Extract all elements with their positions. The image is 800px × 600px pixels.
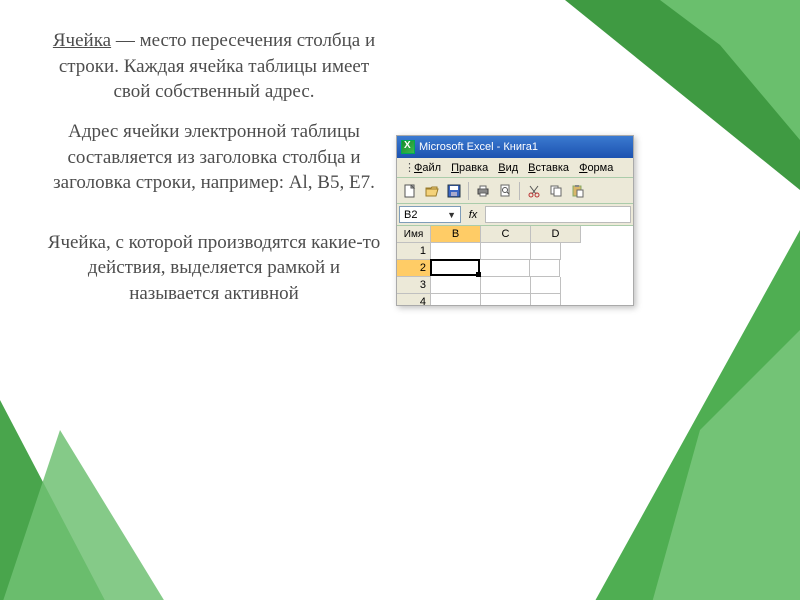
excel-app-icon	[401, 140, 415, 154]
fx-icon[interactable]: fx	[464, 206, 482, 223]
paste-icon[interactable]	[568, 181, 588, 201]
cell-C4[interactable]	[481, 294, 531, 306]
cell-C1[interactable]	[481, 243, 531, 260]
save-icon[interactable]	[444, 181, 464, 201]
cell-reference: B2	[404, 209, 417, 221]
row-headers: Имя 1 2 3 4	[397, 226, 431, 306]
cell-B3[interactable]	[431, 277, 481, 294]
cut-icon[interactable]	[524, 181, 544, 201]
term-cell: Ячейка	[53, 30, 111, 51]
col-header-B[interactable]: B	[431, 226, 481, 243]
toolbar-separator	[468, 182, 469, 200]
menu-view[interactable]: Вид	[493, 160, 523, 176]
cell-D2[interactable]	[530, 260, 560, 277]
cell-D1[interactable]	[531, 243, 561, 260]
grid: Имя 1 2 3 4 B C D	[397, 226, 633, 306]
print-icon[interactable]	[473, 181, 493, 201]
preview-icon[interactable]	[495, 181, 515, 201]
slide-text: Ячейка — место пересечения столбца и стр…	[44, 28, 384, 321]
name-box[interactable]: B2 ▼	[399, 206, 461, 223]
menu-edit[interactable]: Правка	[446, 160, 493, 176]
cell-B2-active[interactable]	[430, 259, 480, 276]
namebox-corner[interactable]: Имя	[397, 226, 431, 243]
cell-D3[interactable]	[531, 277, 561, 294]
cell-C2[interactable]	[480, 260, 530, 277]
menu-file[interactable]: Файл	[409, 160, 446, 176]
menubar: ⋮ Файл Правка Вид Вставка Форма	[397, 158, 633, 178]
row-header-3[interactable]: 3	[397, 277, 431, 294]
paragraph-1: Ячейка — место пересечения столбца и стр…	[44, 28, 384, 105]
cell-B1[interactable]	[431, 243, 481, 260]
grid-body: B C D	[431, 226, 633, 306]
menu-marker-icon: ⋮	[399, 159, 409, 176]
row-header-2[interactable]: 2	[397, 260, 431, 277]
cell-D4[interactable]	[531, 294, 561, 306]
col-header-C[interactable]: C	[481, 226, 531, 243]
row-header-4[interactable]: 4	[397, 294, 431, 306]
menu-format[interactable]: Форма	[574, 160, 618, 176]
row-header-1[interactable]: 1	[397, 243, 431, 260]
formula-bar: B2 ▼ fx	[397, 204, 633, 226]
toolbar	[397, 178, 633, 204]
paragraph-3: Ячейка, с которой производятся какие-то …	[44, 230, 384, 307]
formula-input[interactable]	[485, 206, 631, 223]
new-doc-icon[interactable]	[400, 181, 420, 201]
col-header-D[interactable]: D	[531, 226, 581, 243]
dropdown-icon[interactable]: ▼	[447, 210, 456, 220]
cell-B4[interactable]	[431, 294, 481, 306]
window-title: Microsoft Excel - Книга1	[419, 141, 538, 153]
open-icon[interactable]	[422, 181, 442, 201]
titlebar: Microsoft Excel - Книга1	[397, 136, 633, 158]
paragraph-2: Адрес ячейки электронной таблицы составл…	[44, 119, 384, 196]
cell-C3[interactable]	[481, 277, 531, 294]
excel-screenshot: Microsoft Excel - Книга1 ⋮ Файл Правка В…	[396, 135, 634, 306]
menu-insert[interactable]: Вставка	[523, 160, 574, 176]
copy-icon[interactable]	[546, 181, 566, 201]
toolbar-separator	[519, 182, 520, 200]
column-headers: B C D	[431, 226, 633, 243]
